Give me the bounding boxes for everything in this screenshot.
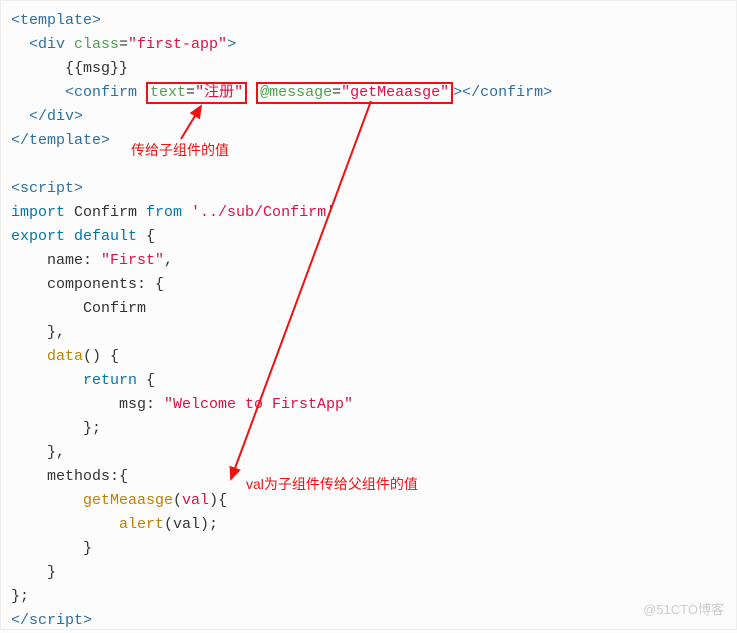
tag-script-open: <script> — [11, 180, 83, 197]
code-block: <template> <div class="first-app"> {{msg… — [11, 9, 726, 633]
tag-template-close: </template> — [11, 132, 110, 149]
code-line: {{msg}} — [11, 57, 726, 81]
code-line: import Confirm from '../sub/Confirm' — [11, 201, 726, 225]
code-line: }; — [11, 585, 726, 609]
code-line: }; — [11, 417, 726, 441]
tag-template-open: <template> — [11, 12, 101, 29]
code-line: <confirm text="注册" @message="getMeaasge"… — [11, 81, 726, 105]
code-line: } — [11, 537, 726, 561]
code-line: components: { — [11, 273, 726, 297]
code-line: name: "First", — [11, 249, 726, 273]
code-line: Confirm — [11, 297, 726, 321]
blank-line — [11, 153, 726, 177]
annotation-label-2: val为子组件传给父组件的值 — [246, 473, 418, 495]
code-line: <template> — [11, 9, 726, 33]
code-line: alert(val); — [11, 513, 726, 537]
code-line: </div> — [11, 105, 726, 129]
annotation-label-1: 传给子组件的值 — [131, 139, 229, 161]
code-line: } — [11, 561, 726, 585]
code-line: <div class="first-app"> — [11, 33, 726, 57]
code-line: data() { — [11, 345, 726, 369]
code-line: return { — [11, 369, 726, 393]
code-line: export default { — [11, 225, 726, 249]
code-line: }, — [11, 321, 726, 345]
code-line: <script> — [11, 177, 726, 201]
highlight-box-2: @message="getMeaasge" — [256, 82, 453, 104]
watermark: @51CTO博客 — [643, 600, 724, 621]
code-line: </script> — [11, 609, 726, 633]
code-line: </template> — [11, 129, 726, 153]
highlight-box-1: text="注册" — [146, 82, 247, 104]
code-line: }, — [11, 441, 726, 465]
code-line: msg: "Welcome to FirstApp" — [11, 393, 726, 417]
